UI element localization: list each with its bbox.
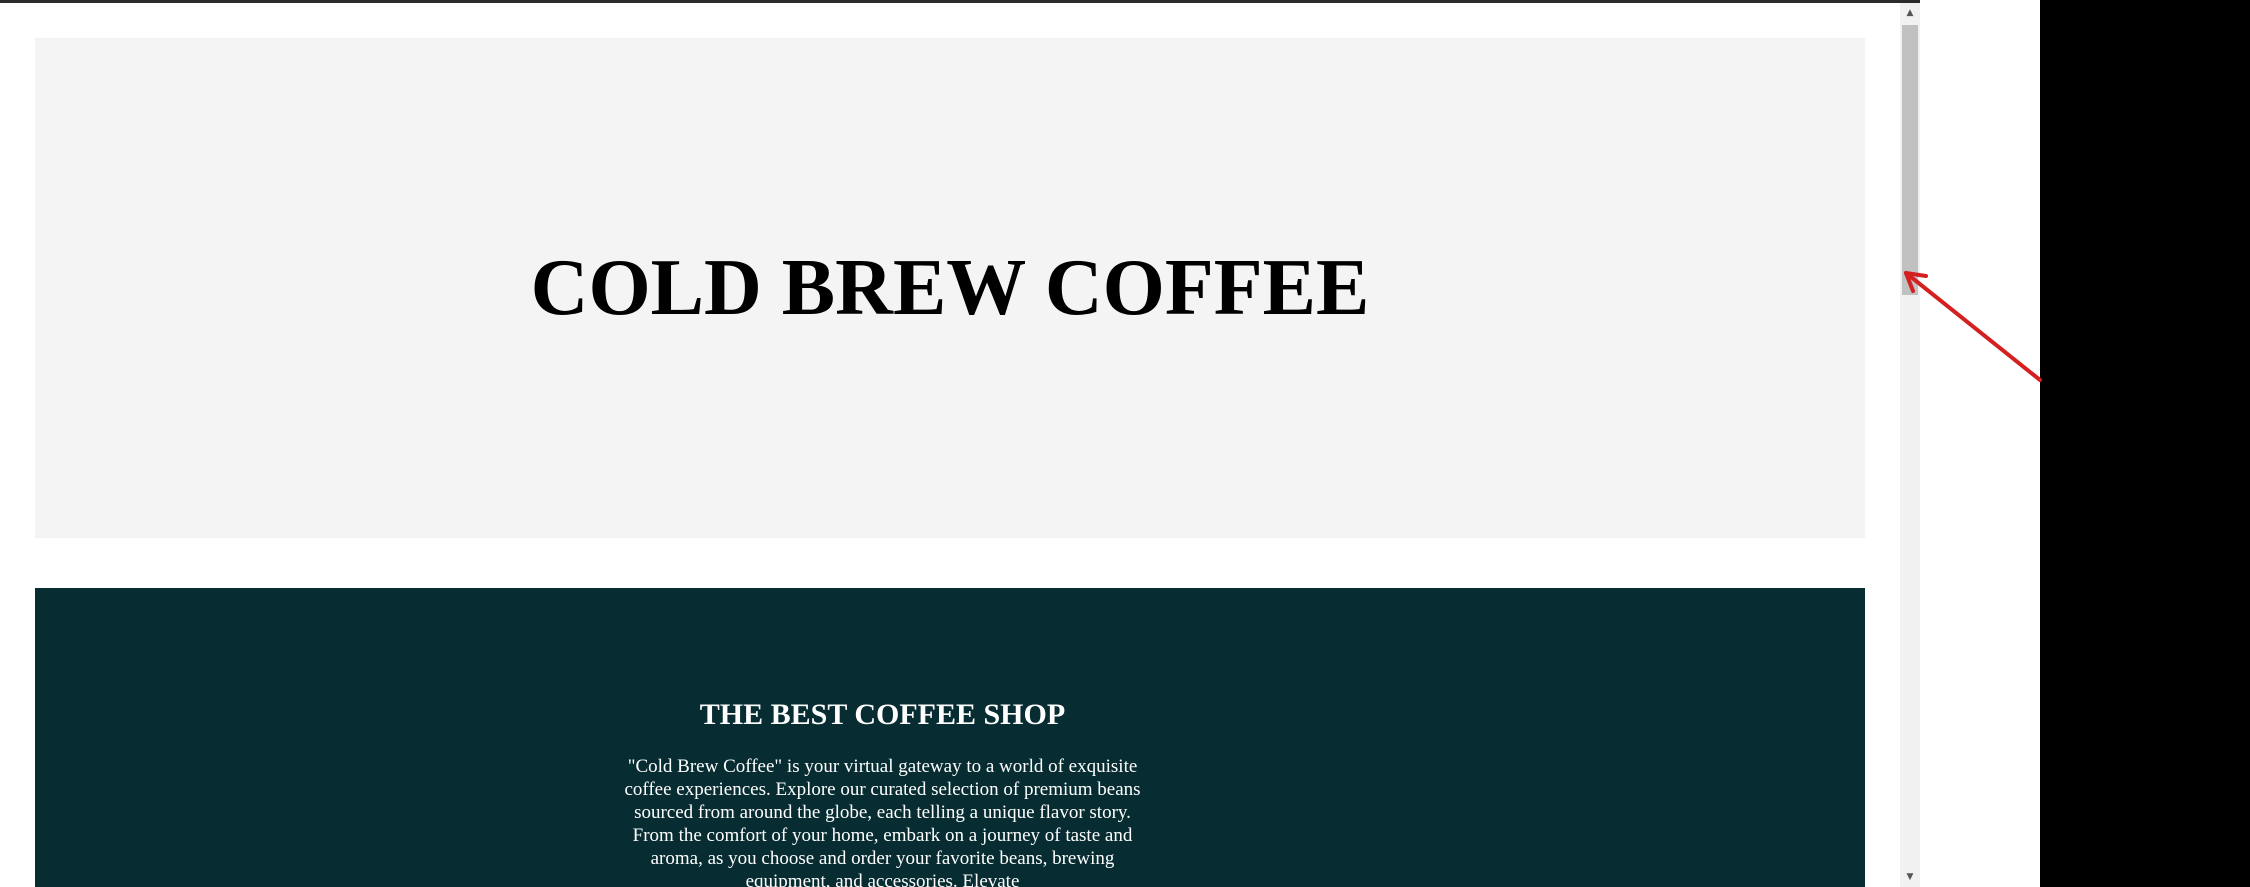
hero-title: COLD BREW COFFEE — [530, 244, 1370, 332]
about-section: THE BEST COFFEE SHOP "Cold Brew Coffee" … — [35, 588, 1865, 887]
about-description: "Cold Brew Coffee" is your virtual gatew… — [624, 756, 1141, 887]
page-viewport: COLD BREW COFFEE THE BEST COFFEE SHOP "C… — [0, 3, 1900, 887]
offscreen-black-area — [2040, 0, 2250, 887]
hero-banner: COLD BREW COFFEE — [35, 38, 1865, 538]
about-content: THE BEST COFFEE SHOP "Cold Brew Coffee" … — [595, 698, 1170, 887]
about-heading: THE BEST COFFEE SHOP — [699, 698, 1066, 731]
annotation-arrow-icon — [1904, 271, 2042, 382]
